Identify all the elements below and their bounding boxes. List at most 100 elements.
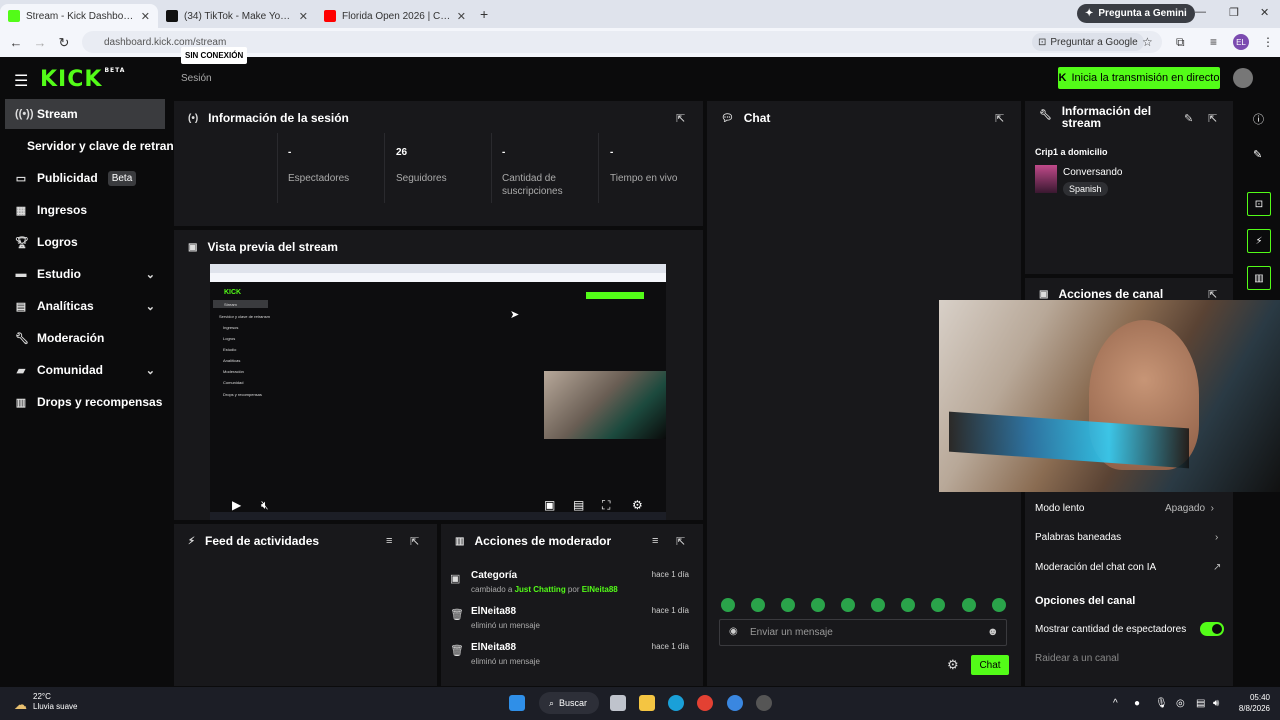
emoji-icon[interactable]: ☻ (987, 626, 999, 638)
popout-icon[interactable]: ⇱ (1208, 112, 1217, 125)
popout-icon[interactable]: ⇱ (995, 112, 1004, 125)
weather-widget[interactable]: 22°C Lluvia suave (33, 692, 77, 712)
sidebar-item-moderacion[interactable]: 🔧︎ Moderación (5, 323, 165, 353)
chat-bubble-icon: 💬︎ (721, 112, 734, 124)
sidebar-item-logros[interactable]: 🏆︎ Logros (5, 227, 165, 257)
slow-mode-row[interactable]: Modo lento Apagado › (1035, 503, 1225, 514)
chat-send-button[interactable]: Chat (971, 655, 1009, 675)
emote-icon[interactable] (871, 598, 885, 612)
banned-words-row[interactable]: Palabras baneadas › (1035, 532, 1225, 543)
restore-icon[interactable]: ❐ (1229, 6, 1239, 19)
forward-icon[interactable]: → (28, 35, 52, 50)
sidebar-item-comunidad[interactable]: ▰ Comunidad ⌄ (5, 355, 165, 385)
theater-icon[interactable]: ▤ (573, 498, 584, 512)
mute-icon[interactable]: 🔇︎ (261, 498, 269, 513)
sidebar-item-server-key[interactable]: Servidor y clave de retransm (5, 131, 191, 161)
edit-pencil-icon[interactable]: ✎ (1184, 112, 1193, 125)
emote-icon[interactable] (811, 598, 825, 612)
filter-icon[interactable]: ≡ (652, 535, 658, 547)
ai-moderation-row[interactable]: Moderación del chat con IA ↗ (1035, 562, 1225, 573)
browser-tab-youtube[interactable]: Florida Open 2026 | Cristopher ✕ (316, 4, 474, 28)
wifi-icon[interactable]: ▤ (1196, 698, 1205, 709)
app-icon[interactable] (756, 695, 772, 711)
gemini-button[interactable]: ✦ Pregunta a Gemini (1077, 4, 1195, 23)
mod-action-detail: eliminó un mensaje (471, 621, 540, 630)
close-tab-icon[interactable]: ✕ (141, 10, 150, 23)
settings-gear-icon[interactable]: ⚙ (632, 498, 643, 512)
chat-settings-icon[interactable]: ⚙ (947, 657, 959, 673)
task-view-icon[interactable] (610, 695, 626, 711)
play-icon[interactable]: ▶ (232, 498, 241, 512)
browser-tab-tiktok[interactable]: (34) TikTok - Make Your Day ✕ (158, 4, 316, 28)
ask-google-button[interactable]: ⊡ Preguntar a Google (1032, 33, 1144, 51)
chrome-icon[interactable] (697, 695, 713, 711)
chat-input[interactable]: Enviar un mensaje (719, 619, 1007, 646)
edge-icon[interactable] (668, 695, 684, 711)
window-close-icon[interactable]: ✕ (1260, 6, 1269, 19)
chat-placeholder: Enviar un mensaje (750, 627, 833, 638)
popout-icon[interactable]: ⇱ (410, 535, 419, 548)
windows-start-icon[interactable] (509, 695, 525, 711)
sidebar-item-analiticas[interactable]: ▤ Analíticas ⌄ (5, 291, 165, 321)
sidebar-item-drops[interactable]: ▥ Drops y recompensas (5, 387, 165, 417)
taskbar-clock[interactable]: 05:40 8/8/2026 (1226, 692, 1270, 714)
rail-button-capture[interactable]: ⊡ (1247, 192, 1271, 216)
stat-value: - (502, 147, 506, 158)
minimize-icon[interactable]: — (1195, 6, 1206, 18)
close-tab-icon[interactable]: ✕ (299, 10, 308, 23)
sidebar-item-estudio[interactable]: ▬ Estudio ⌄ (5, 259, 165, 289)
volume-icon[interactable]: 🔊︎ (1213, 698, 1219, 709)
taskbar-search[interactable]: ⌕ Buscar (539, 692, 599, 714)
browser-tab-kick[interactable]: Stream - Kick Dashboard ✕ (0, 4, 158, 28)
emote-icon[interactable] (841, 598, 855, 612)
kick-logo[interactable]: KICK BETA (40, 67, 125, 92)
tray-expand-icon[interactable]: ^ (1113, 698, 1118, 709)
close-tab-icon[interactable]: ✕ (457, 10, 466, 23)
user-badge-icon[interactable]: ◉ (729, 626, 738, 637)
filter-icon[interactable]: ≡ (386, 535, 392, 547)
start-stream-button[interactable]: K Inicia la transmisión en directo (1058, 67, 1220, 89)
external-link-icon: ↗ (1213, 562, 1222, 573)
show-viewers-toggle[interactable] (1200, 622, 1224, 636)
network-icon[interactable]: ◎ (1176, 698, 1185, 709)
popout-icon[interactable]: ⇱ (676, 535, 685, 548)
tab-title: Florida Open 2026 | Cristopher (342, 10, 451, 22)
sidebar-item-ingresos[interactable]: ▦ Ingresos (5, 195, 165, 225)
tray-app-icon[interactable]: ● (1134, 698, 1140, 709)
info-icon[interactable]: ⓘ (1253, 111, 1264, 127)
extensions-icon[interactable]: ⧉ (1176, 35, 1185, 50)
new-tab-icon[interactable]: + (480, 6, 488, 22)
fullscreen-icon[interactable]: ⛶ (602, 498, 610, 513)
user-avatar[interactable] (1233, 68, 1253, 88)
microphone-icon[interactable]: 🎙︎ (1155, 698, 1168, 709)
emote-icon[interactable] (931, 598, 945, 612)
browser-menu-icon[interactable]: ⋮ (1262, 35, 1274, 49)
emote-icon[interactable] (962, 598, 976, 612)
menu-icon[interactable]: ☰ (14, 71, 28, 91)
raid-channel-link[interactable]: Raidear a un canal (1035, 653, 1119, 664)
chrome-profile-icon[interactable] (727, 695, 743, 711)
tab-search-icon[interactable]: ≡ (1210, 35, 1217, 49)
rail-button-bolt[interactable]: ⚡︎ (1247, 229, 1271, 253)
category-link[interactable]: Just Chatting (515, 585, 566, 594)
stream-preview-video[interactable]: KICK Stream Servidor y clave de retransm… (210, 264, 666, 520)
sidebar-item-publicidad[interactable]: ▭ Publicidad Beta (5, 163, 165, 193)
user-link[interactable]: ElNeita88 (582, 585, 618, 594)
browser-profile-avatar[interactable]: EL (1233, 34, 1249, 50)
start-stream-label: Inicia la transmisión en directo (1071, 72, 1220, 84)
edit-pencil-icon[interactable]: ✎ (1253, 148, 1262, 161)
rail-button-clipboard[interactable]: ▥ (1247, 266, 1271, 290)
pip-icon[interactable]: ▣ (544, 498, 555, 512)
popout-icon[interactable]: ⇱ (676, 112, 685, 125)
mini-sidebar-item: Drops y recompensas (223, 392, 262, 397)
emote-icon[interactable] (751, 598, 765, 612)
emote-icon[interactable] (721, 598, 735, 612)
sidebar-item-stream[interactable]: ((•)) Stream (5, 99, 165, 129)
emote-icon[interactable] (992, 598, 1006, 612)
reload-icon[interactable]: ↻ (52, 35, 76, 51)
bookmark-star-icon[interactable]: ☆ (1142, 35, 1153, 49)
file-explorer-icon[interactable] (639, 695, 655, 711)
emote-icon[interactable] (901, 598, 915, 612)
emote-icon[interactable] (781, 598, 795, 612)
back-icon[interactable]: ← (4, 35, 28, 50)
